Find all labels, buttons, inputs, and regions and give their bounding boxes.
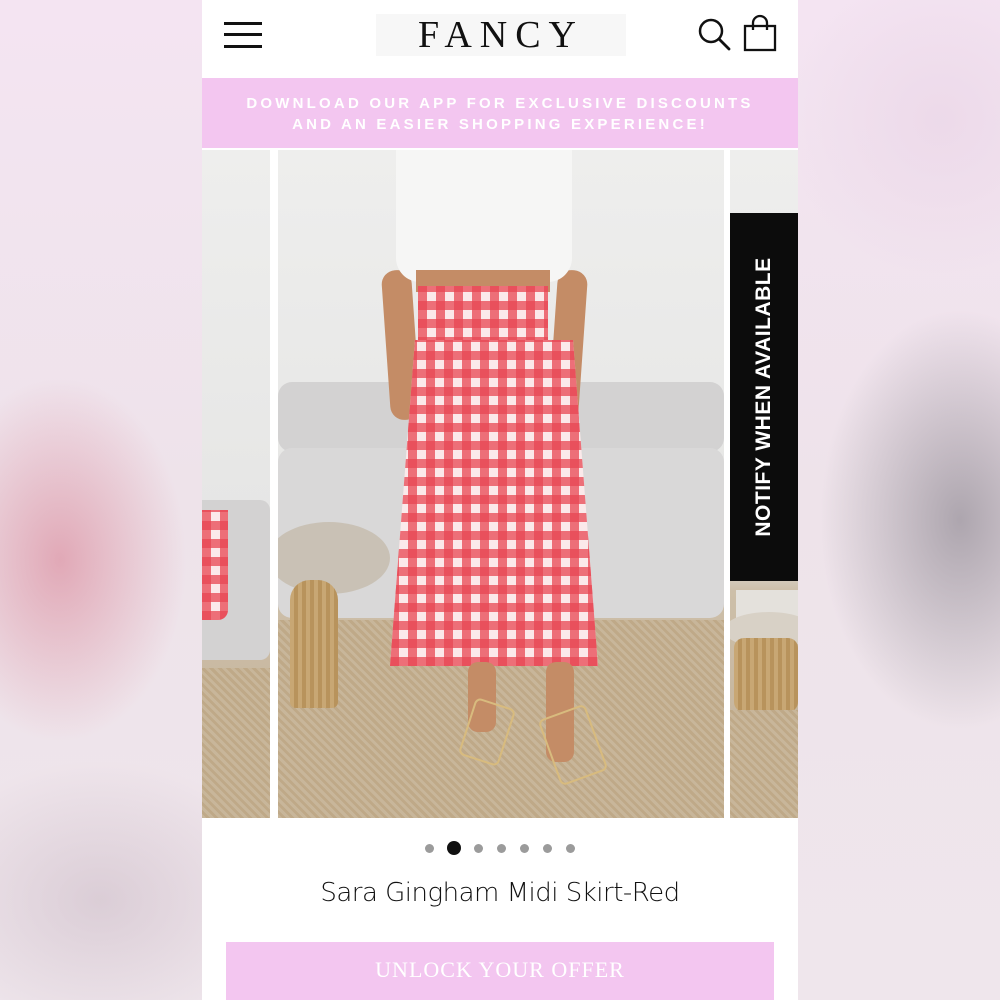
pagination-dot[interactable]: [497, 843, 506, 853]
product-image-gallery[interactable]: [202, 150, 798, 818]
pagination-dot[interactable]: [566, 843, 575, 853]
pagination-dot[interactable]: [474, 843, 483, 853]
side-table-base-image: [734, 638, 798, 712]
gallery-main-slide[interactable]: [278, 150, 724, 818]
unlock-offer-button[interactable]: UNLOCK YOUR OFFER: [226, 942, 774, 1000]
promo-line-2: AND AN EASIER SHOPPING EXPERIENCE!: [292, 116, 708, 133]
gallery-pagination: [202, 840, 798, 856]
site-logo[interactable]: FANCY: [376, 14, 626, 56]
mobile-page: FANCY DOWNLOAD OUR APP FOR EXCLUSIVE DIS…: [202, 0, 798, 1000]
pagination-dot-active[interactable]: [447, 841, 461, 855]
model-shirt-image: [396, 150, 572, 282]
skirt-yoke-image: [418, 286, 548, 346]
rug-image: [202, 668, 270, 818]
notify-label: NOTIFY WHEN AVAILABLE: [752, 257, 775, 537]
gallery-previous-slide[interactable]: [202, 150, 270, 818]
promo-line-1: DOWNLOAD OUR APP FOR EXCLUSIVE DISCOUNTS: [246, 95, 754, 112]
rug-image: [730, 710, 798, 818]
skirt-image: [390, 340, 598, 666]
hamburger-menu-icon[interactable]: [224, 20, 262, 50]
product-title: Sara Gingham Midi Skirt-Red: [320, 878, 680, 908]
skirt-image: [202, 510, 228, 620]
site-header: FANCY: [202, 0, 798, 78]
app-promo-banner[interactable]: DOWNLOAD OUR APP FOR EXCLUSIVE DISCOUNTS…: [202, 78, 798, 148]
pagination-dot[interactable]: [520, 843, 529, 853]
pagination-dot[interactable]: [543, 843, 552, 853]
notify-when-available-button[interactable]: NOTIFY WHEN AVAILABLE: [730, 213, 798, 581]
shopping-bag-icon[interactable]: [742, 14, 778, 52]
coffee-table-base-image: [290, 580, 338, 708]
pagination-dot[interactable]: [425, 843, 434, 853]
search-icon[interactable]: [696, 16, 732, 52]
